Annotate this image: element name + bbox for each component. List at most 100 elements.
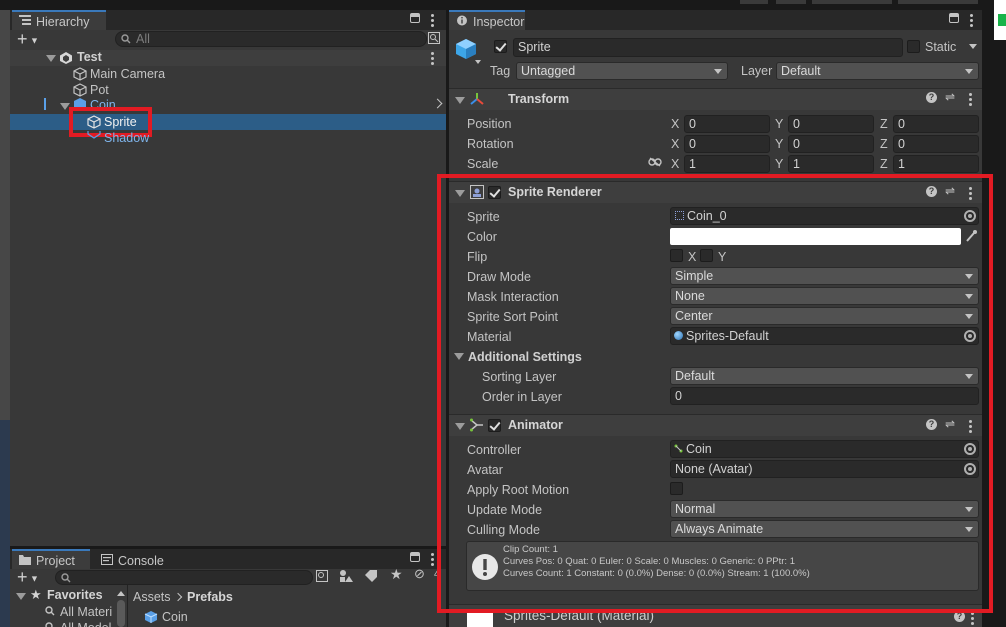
static-dropdown-arrow[interactable] (969, 44, 977, 49)
prefab-child-icon (87, 131, 101, 139)
tab-inspector-label: Inspector (473, 15, 525, 29)
axis-y-label[interactable]: Y (775, 137, 783, 151)
list-icon (19, 15, 31, 25)
favorites-fold-arrow[interactable] (16, 593, 26, 600)
axis-y-label[interactable]: Y (775, 117, 783, 131)
tab-hierarchy[interactable]: Hierarchy (12, 10, 106, 30)
axis-z-label[interactable]: Z (880, 117, 888, 131)
axis-z-label[interactable]: Z (880, 137, 888, 151)
gameobject-icon (73, 83, 87, 97)
asset-item-coin[interactable]: Coin (162, 607, 188, 627)
search-icon (121, 34, 131, 44)
position-x-field[interactable]: 0 (684, 115, 770, 133)
scene-kebab-icon[interactable] (431, 52, 435, 67)
tab-inspector[interactable]: Inspector (449, 10, 525, 30)
scale-y-field[interactable]: 1 (788, 155, 874, 173)
scale-z-field[interactable]: 1 (893, 155, 979, 173)
filter-type-icon[interactable] (339, 570, 353, 582)
hidden-packages-icon[interactable]: ⊘ (414, 566, 425, 582)
scale-x-field[interactable]: 1 (684, 155, 770, 173)
breadcrumb-assets[interactable]: Assets (133, 587, 171, 607)
unity-scene-icon (60, 52, 72, 64)
layer-label: Layer (741, 64, 773, 78)
label-tag-icon[interactable] (365, 570, 377, 582)
scale-label: Scale (467, 157, 499, 171)
lock-icon[interactable] (410, 13, 420, 23)
tab-project[interactable]: Project (12, 549, 90, 569)
tag-dropdown[interactable]: Untagged (516, 62, 728, 80)
rotation-x-field[interactable]: 0 (684, 135, 770, 153)
position-y-field[interactable]: 0 (788, 115, 874, 133)
search-options-icon[interactable] (428, 32, 440, 44)
tab-hierarchy-label: Hierarchy (36, 15, 90, 29)
folder-icon (19, 555, 31, 565)
gameobject-icon (73, 67, 87, 81)
kebab-menu-icon[interactable] (431, 14, 435, 29)
inspector-lock-icon[interactable] (949, 13, 959, 23)
layer-dropdown[interactable]: Default (776, 62, 979, 80)
favorite-item[interactable]: All Model (60, 618, 115, 627)
gameobject-cube-icon (456, 39, 476, 59)
axis-x-label[interactable]: X (671, 157, 679, 171)
transform-header[interactable]: Transform ? ⇌ (449, 88, 982, 110)
project-add-button[interactable]: + ▼ (17, 568, 45, 586)
rotation-label: Rotation (467, 137, 514, 151)
icon-dropdown-arrow[interactable] (475, 60, 481, 64)
hierarchy-item-shadow[interactable]: Shadow (104, 128, 149, 144)
project-search-icon (61, 573, 71, 583)
search-by-type-icon[interactable] (316, 570, 328, 582)
favorites-star-icon: ★ (30, 587, 42, 602)
position-label: Position (467, 117, 512, 131)
search-placeholder: All (136, 32, 150, 46)
project-search-input[interactable] (55, 570, 313, 585)
transform-title: Transform (508, 92, 570, 106)
axis-x-label[interactable]: X (671, 137, 679, 151)
scene-fold-arrow[interactable] (46, 55, 56, 62)
toolbar-button[interactable] (740, 0, 768, 4)
info-circle-icon (457, 15, 467, 26)
material-kebab-icon[interactable] (971, 612, 975, 627)
active-checkbox[interactable] (494, 40, 507, 53)
axis-z-label[interactable]: Z (880, 157, 888, 171)
object-name-field[interactable]: Sprite (513, 38, 903, 57)
project-kebab-icon[interactable] (431, 553, 435, 568)
inspector-kebab-icon[interactable] (970, 14, 974, 29)
hierarchy-search-input[interactable]: All (115, 31, 427, 47)
static-checkbox[interactable] (907, 40, 920, 53)
add-button[interactable]: + ▼ (17, 30, 45, 48)
axis-y-label[interactable]: Y (775, 157, 783, 171)
component-kebab-icon[interactable] (969, 93, 973, 108)
toolbar-button[interactable] (776, 0, 806, 4)
toolbar-button[interactable] (898, 0, 978, 4)
project-scrollbar[interactable] (117, 600, 125, 627)
project-lock-icon[interactable] (410, 552, 420, 562)
help-icon[interactable]: ? (926, 92, 937, 103)
scroll-up-arrow[interactable] (117, 591, 125, 596)
scene-row[interactable] (10, 50, 446, 66)
constrain-proportions-icon[interactable] (648, 157, 662, 167)
tag-label: Tag (490, 64, 511, 78)
rotation-z-field[interactable]: 0 (893, 135, 979, 153)
preset-icon[interactable]: ⇌ (945, 90, 955, 104)
star-favorite-icon[interactable]: ★ (390, 566, 403, 583)
tab-project-label: Project (36, 554, 75, 568)
tab-console[interactable]: Console (94, 549, 174, 569)
toolbar-button[interactable] (812, 0, 892, 4)
search-icon (45, 606, 55, 616)
external-window-icon (998, 14, 1006, 26)
highlight-box-components (437, 174, 993, 613)
console-icon (101, 554, 113, 565)
static-label: Static (925, 40, 957, 54)
scene-view-edge-dark (0, 420, 10, 627)
search-icon (45, 622, 53, 627)
transform-fold-arrow[interactable] (455, 97, 465, 104)
project-split[interactable] (127, 585, 128, 627)
axis-x-label[interactable]: X (671, 117, 679, 131)
prefab-indicator-bar (44, 98, 46, 110)
breadcrumb-prefabs[interactable]: Prefabs (187, 587, 233, 607)
inspector-tabbar (449, 10, 982, 30)
rotation-y-field[interactable]: 0 (788, 135, 874, 153)
position-z-field[interactable]: 0 (893, 115, 979, 133)
tab-console-label: Console (118, 554, 164, 568)
transform-icon (470, 93, 484, 105)
